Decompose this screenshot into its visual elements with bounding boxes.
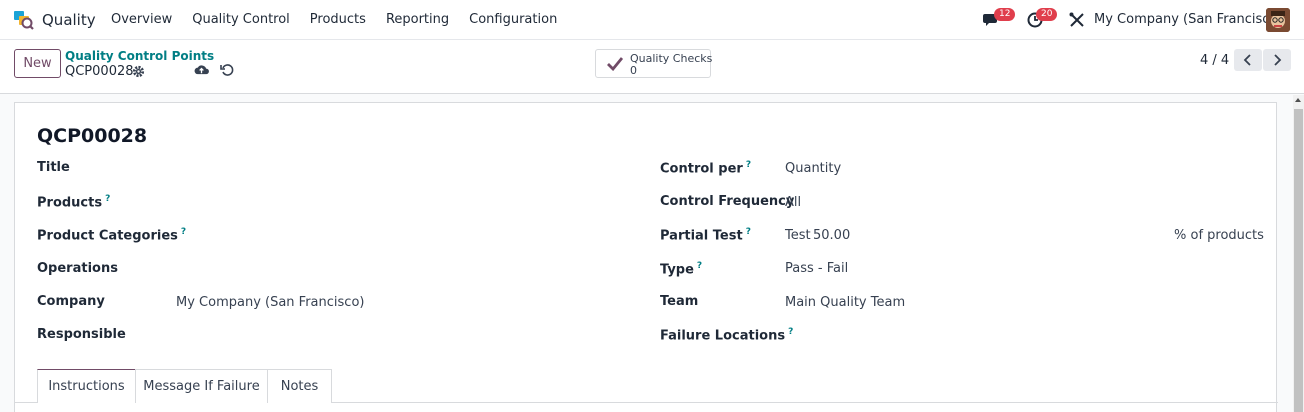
- label-partial-test: Partial Test?: [660, 227, 751, 243]
- label-team-text: Team: [660, 294, 699, 309]
- label-team: Team: [660, 294, 698, 309]
- menu-configuration[interactable]: Configuration: [469, 12, 557, 27]
- help-tooltip-icon[interactable]: ?: [746, 160, 751, 170]
- label-product-categories: Product Categories?: [37, 227, 186, 243]
- label-company-text: Company: [37, 294, 105, 309]
- menu-products[interactable]: Products: [310, 12, 366, 27]
- label-operations: Operations: [37, 261, 118, 276]
- menu-reporting[interactable]: Reporting: [386, 12, 449, 27]
- company-switcher[interactable]: My Company (San Francisco): [1094, 12, 1282, 27]
- new-button[interactable]: New: [14, 49, 61, 78]
- label-title: Title: [37, 160, 70, 175]
- partial-test-suffix: % of products: [1174, 228, 1264, 243]
- control-per-field[interactable]: Quantity: [785, 161, 841, 176]
- smart-button-label: Quality Checks: [630, 52, 713, 65]
- label-responsible: Responsible: [37, 327, 126, 342]
- debug-tools-icon[interactable]: [1068, 12, 1086, 28]
- control-panel: New Quality Control Points QCP00028 Qual…: [0, 40, 1304, 94]
- smart-button-count: 0: [630, 64, 637, 77]
- help-tooltip-icon[interactable]: ?: [746, 227, 751, 237]
- menu-quality-control[interactable]: Quality Control: [192, 12, 290, 27]
- avatar-image: [1266, 8, 1290, 32]
- tab-message-if-failure[interactable]: Message If Failure: [135, 369, 268, 403]
- top-navbar: Quality Overview Quality Control Product…: [0, 0, 1304, 40]
- company-field[interactable]: My Company (San Francisco): [176, 295, 364, 310]
- tab-notes[interactable]: Notes: [267, 369, 332, 403]
- quality-app-icon[interactable]: [13, 10, 35, 30]
- scrollbar-thumb[interactable]: [1294, 109, 1303, 412]
- partial-test-prefix: Test: [785, 228, 811, 243]
- label-company: Company: [37, 294, 105, 309]
- breadcrumb-quality-control-points[interactable]: Quality Control Points: [65, 49, 214, 63]
- label-operations-text: Operations: [37, 261, 118, 276]
- form-sheet: QCP00028 Title Products? Product Categor…: [14, 102, 1278, 412]
- chevron-left-icon: [1243, 54, 1251, 66]
- pager-previous-button[interactable]: [1234, 49, 1262, 71]
- messages-badge: 12: [994, 8, 1016, 21]
- label-responsible-text: Responsible: [37, 327, 126, 342]
- label-products: Products?: [37, 194, 110, 210]
- quality-checks-smart-button[interactable]: Quality Checks 0: [595, 49, 713, 78]
- help-tooltip-icon[interactable]: ?: [788, 327, 793, 337]
- control-frequency-field[interactable]: All: [785, 195, 801, 210]
- label-product-categories-text: Product Categories: [37, 228, 178, 244]
- chevron-right-icon: [1274, 54, 1282, 66]
- tab-instructions[interactable]: Instructions: [37, 369, 136, 403]
- checkmark-icon: [607, 57, 623, 71]
- user-avatar[interactable]: [1266, 8, 1290, 32]
- gear-icon[interactable]: [132, 65, 145, 78]
- label-control-per: Control per?: [660, 160, 751, 176]
- help-tooltip-icon[interactable]: ?: [105, 194, 110, 204]
- label-partial-test-text: Partial Test: [660, 228, 743, 244]
- label-failure-locations-text: Failure Locations: [660, 328, 786, 344]
- main-menu: Overview Quality Control Products Report…: [111, 12, 577, 27]
- label-control-per-text: Control per: [660, 161, 743, 177]
- team-field[interactable]: Main Quality Team: [785, 295, 905, 310]
- label-title-text: Title: [37, 160, 70, 175]
- menu-overview[interactable]: Overview: [111, 12, 172, 27]
- pager-next-button[interactable]: [1263, 49, 1291, 71]
- record-title[interactable]: QCP00028: [37, 125, 147, 147]
- label-products-text: Products: [37, 195, 103, 211]
- label-control-frequency-text: Control Frequency: [660, 194, 795, 209]
- label-type: Type?: [660, 261, 702, 277]
- partial-test-percent-field[interactable]: 50.00: [813, 228, 850, 243]
- app-name[interactable]: Quality: [42, 11, 96, 29]
- help-tooltip-icon[interactable]: ?: [181, 227, 186, 237]
- activities-badge: 20: [1036, 8, 1058, 21]
- help-tooltip-icon[interactable]: ?: [697, 261, 702, 271]
- save-cloud-icon[interactable]: [194, 63, 209, 76]
- breadcrumb-current-record: QCP00028: [65, 64, 134, 79]
- discard-undo-icon[interactable]: [220, 63, 234, 77]
- pager-value[interactable]: 4 / 4: [1200, 53, 1229, 68]
- type-field[interactable]: Pass - Fail: [785, 261, 848, 276]
- label-control-frequency: Control Frequency: [660, 194, 794, 209]
- label-failure-locations: Failure Locations?: [660, 327, 793, 343]
- label-type-text: Type: [660, 262, 694, 278]
- scroll-up-arrow-icon[interactable]: [1295, 98, 1301, 102]
